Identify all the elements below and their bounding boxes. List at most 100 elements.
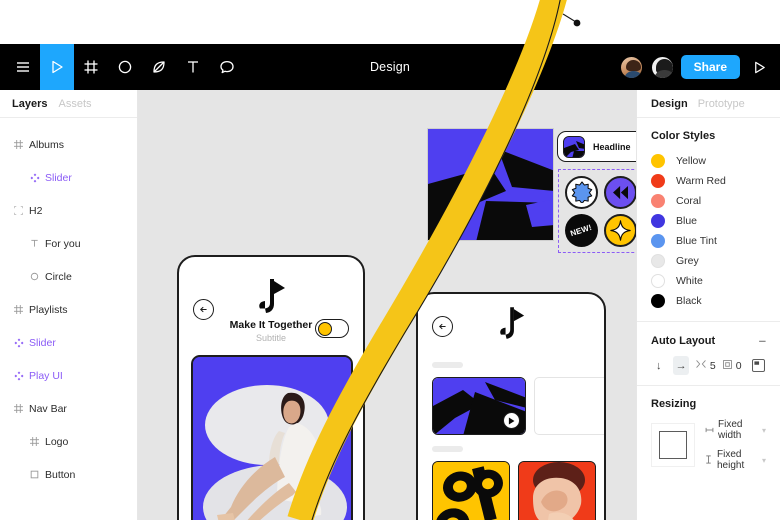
menu-icon[interactable] [6,44,40,90]
color-swatch [651,234,665,248]
move-icon[interactable] [40,44,74,90]
badge-star[interactable] [604,213,636,247]
auto-layout-section: Auto Layout – ↓ → 5 0 [637,322,780,386]
color-style-row[interactable]: Blue [651,211,766,231]
layer-label: Button [45,468,76,481]
padding-field[interactable]: 0 [722,360,742,372]
album-card-empty[interactable] [534,377,604,435]
color-style-row[interactable]: Black [651,291,766,311]
phone-mockup-one[interactable]: Make It Together Subtitle [177,255,365,520]
present-icon[interactable] [746,44,772,90]
layer-row-slider-2[interactable]: Slider [0,326,137,359]
color-style-row[interactable]: White [651,271,766,291]
layers-panel: Layers Assets Albums Slider H2 For you C… [0,90,138,520]
album-card-featured[interactable] [432,377,526,435]
album-card-red[interactable] [518,461,596,520]
album-art-typography [433,462,509,520]
auto-layout-controls: ↓ → 5 0 [651,356,766,375]
layer-label: Playlists [29,303,68,316]
layer-label: Nav Bar [29,402,67,415]
layer-row-nav-bar[interactable]: Nav Bar [0,392,137,425]
chevron-down-icon[interactable]: ▾ [762,426,766,435]
color-swatch [651,174,665,188]
color-swatch [651,214,665,228]
toolbar: Design Share [0,44,780,90]
badge-new[interactable]: NEW! [565,213,598,247]
layer-row-logo[interactable]: Logo [0,425,137,458]
badge-rewind[interactable] [604,175,636,209]
color-style-row[interactable]: Warm Red [651,171,766,191]
resize-preview-box [659,431,687,459]
tab-assets[interactable]: Assets [58,98,91,110]
direction-vertical-button[interactable]: ↓ [651,356,666,375]
layer-list: Albums Slider H2 For you Circle Playlist… [0,118,137,491]
collapse-icon[interactable]: – [759,334,766,347]
layer-row-playlists[interactable]: Playlists [0,293,137,326]
layer-row-play-ui[interactable]: Play UI [0,359,137,392]
color-style-row[interactable]: Blue Tint [651,231,766,251]
figma-editor-window: Design Share Layers Assets Albums Slider… [0,0,780,520]
layer-row-h2[interactable]: H2 [0,194,137,227]
component-icon [14,371,29,381]
layer-row-slider-1[interactable]: Slider [0,161,137,194]
phone-mockup-two[interactable] [416,292,606,520]
tab-design[interactable]: Design [651,98,688,110]
fixed-width-option[interactable]: Fixed width ▾ [705,419,766,441]
layer-row-button[interactable]: Button [0,458,137,491]
layer-row-for-you[interactable]: For you [0,227,137,260]
share-button[interactable]: Share [680,55,740,79]
tab-prototype[interactable]: Prototype [698,98,745,110]
color-label: Warm Red [676,175,726,187]
resize-preview[interactable] [651,423,695,467]
color-style-row[interactable]: Coral [651,191,766,211]
frame-icon [14,140,29,149]
layer-label: Albums [29,138,65,151]
design-canvas[interactable]: Headline NEW! Make It Together Subtitle [138,90,636,520]
avatar[interactable] [649,54,675,80]
toggle-switch[interactable] [315,319,349,338]
comment-icon[interactable] [210,44,244,90]
badge-starburst[interactable] [565,175,598,209]
height-icon [705,454,712,466]
component-card-headline[interactable]: Headline [557,131,636,162]
shape-icon[interactable] [108,44,142,90]
avatar[interactable] [618,54,644,80]
artwork-shapes [428,129,553,240]
resize-options: Fixed width ▾ Fixed height ▾ [705,419,766,471]
play-icon[interactable] [503,412,520,429]
color-label: Blue [676,215,698,227]
resizing-controls: Fixed width ▾ Fixed height ▾ [651,419,766,471]
badge-group-selection[interactable]: NEW! [558,169,636,253]
text-icon [30,239,45,248]
spacing-field[interactable]: 5 [696,360,716,372]
component-icon [14,338,29,348]
color-styles-title: Color Styles [651,130,716,142]
back-button[interactable] [432,316,453,337]
layer-row-albums[interactable]: Albums [0,128,137,161]
album-artwork-frame[interactable] [427,128,554,241]
album-art-photo [519,462,595,520]
layer-label: Slider [29,336,56,349]
layer-label: For you [45,237,81,250]
color-swatch [651,194,665,208]
color-label: Coral [676,195,702,207]
color-label: Yellow [676,155,706,167]
color-swatch [651,274,665,288]
fixed-height-option[interactable]: Fixed height ▾ [705,449,766,471]
album-card-yellow[interactable] [432,461,510,520]
frame-icon[interactable] [74,44,108,90]
pen-icon[interactable] [142,44,176,90]
color-style-row[interactable]: Yellow [651,151,766,171]
layer-row-circle[interactable]: Circle [0,260,137,293]
component-icon [30,173,45,183]
chevron-down-icon[interactable]: ▾ [762,456,766,465]
alignment-button[interactable] [751,356,766,375]
color-swatch [651,254,665,268]
direction-horizontal-button[interactable]: → [673,356,689,375]
back-button[interactable] [193,299,214,320]
tab-layers[interactable]: Layers [12,98,47,110]
color-style-row[interactable]: Grey [651,251,766,271]
text-icon[interactable] [176,44,210,90]
hero-photo-card[interactable] [191,355,353,520]
component-label: Headline [593,141,631,152]
